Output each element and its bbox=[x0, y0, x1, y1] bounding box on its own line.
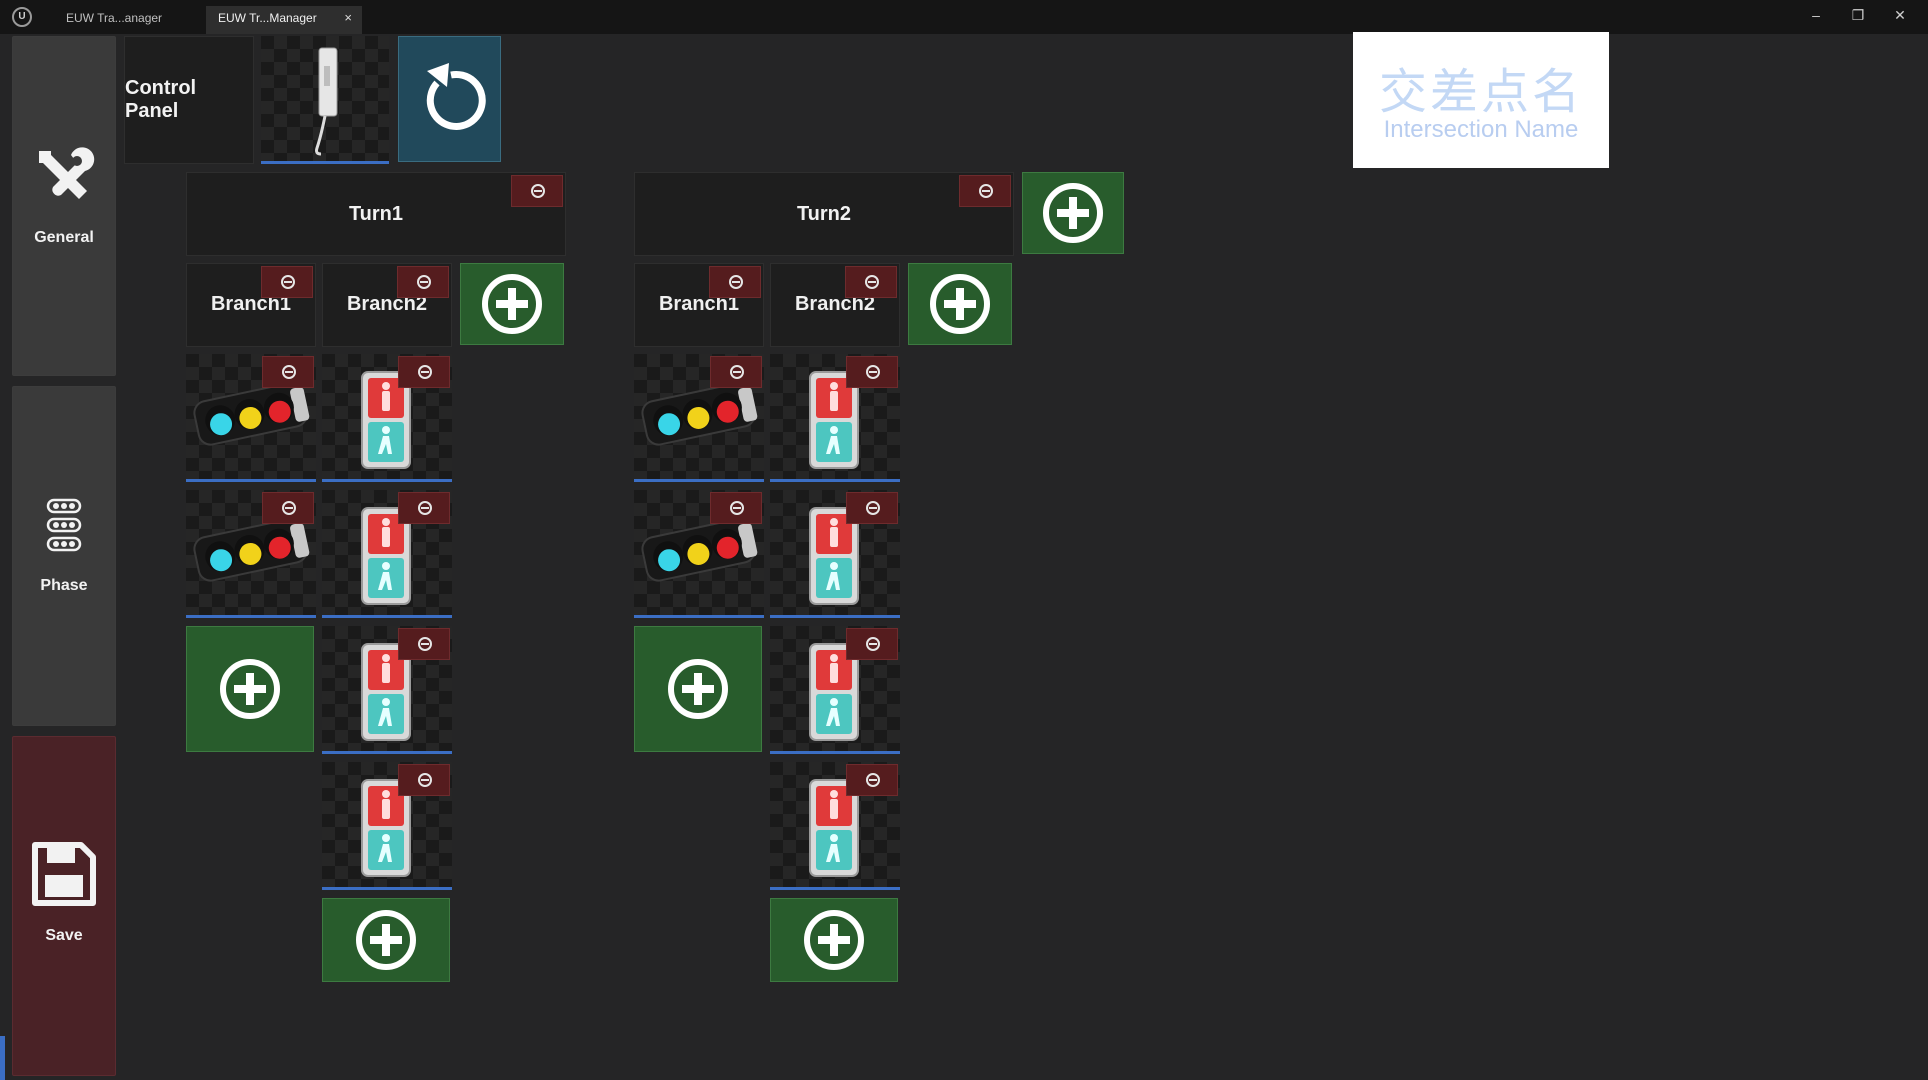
remove-signal-button[interactable] bbox=[262, 356, 314, 388]
phase-label: Phase bbox=[40, 577, 88, 594]
tab-1-label: EUW Tra...anager bbox=[66, 11, 163, 25]
add-icon bbox=[668, 659, 728, 719]
floppy-disk-icon bbox=[32, 842, 96, 906]
remove-turn-button[interactable] bbox=[511, 175, 563, 207]
remove-branch-button[interactable] bbox=[397, 266, 449, 298]
branch-header[interactable]: Branch2 bbox=[322, 263, 452, 347]
add-icon bbox=[356, 910, 416, 970]
turn-header-1[interactable]: Turn1 bbox=[186, 172, 566, 256]
branch-header[interactable]: Branch1 bbox=[634, 263, 764, 347]
add-signal-button[interactable] bbox=[770, 898, 898, 982]
pedestrian-signal-slot[interactable] bbox=[770, 626, 900, 754]
remove-signal-button[interactable] bbox=[846, 492, 898, 524]
controller-cabinet-thumbnail[interactable] bbox=[261, 36, 389, 164]
pedestrian-signal-slot[interactable] bbox=[770, 354, 900, 482]
close-window-button[interactable]: ✕ bbox=[1888, 4, 1912, 28]
remove-signal-button[interactable] bbox=[262, 492, 314, 524]
remove-signal-button[interactable] bbox=[398, 492, 450, 524]
save-button[interactable]: Save bbox=[12, 736, 116, 1076]
pedestrian-signal-slot[interactable] bbox=[322, 490, 452, 618]
add-signal-button[interactable] bbox=[634, 626, 762, 752]
general-label: General bbox=[34, 229, 94, 246]
remove-signal-button[interactable] bbox=[846, 356, 898, 388]
remove-signal-button[interactable] bbox=[846, 764, 898, 796]
control-panel-button[interactable]: Control Panel bbox=[124, 36, 254, 164]
vehicle-signal-slot[interactable] bbox=[634, 490, 764, 618]
restore-button[interactable]: ❐ bbox=[1846, 4, 1870, 28]
add-signal-button[interactable] bbox=[322, 898, 450, 982]
remove-signal-button[interactable] bbox=[398, 628, 450, 660]
remove-branch-button[interactable] bbox=[845, 266, 897, 298]
add-icon bbox=[930, 274, 990, 334]
add-icon bbox=[1043, 183, 1103, 243]
add-branch-button[interactable] bbox=[460, 263, 564, 345]
remove-signal-button[interactable] bbox=[710, 356, 762, 388]
add-icon bbox=[220, 659, 280, 719]
vehicle-signal-slot[interactable] bbox=[186, 354, 316, 482]
tab-2-label: EUW Tr...Manager bbox=[218, 11, 317, 25]
refresh-button[interactable] bbox=[398, 36, 501, 162]
minimize-button[interactable]: – bbox=[1804, 4, 1828, 28]
pedestrian-signal-slot[interactable] bbox=[770, 490, 900, 618]
traffic-lights-icon bbox=[46, 498, 82, 552]
title-bar: U EUW Tra...anager EUW Tr...Manager × – … bbox=[0, 0, 1928, 34]
add-signal-button[interactable] bbox=[186, 626, 314, 752]
add-icon bbox=[482, 274, 542, 334]
save-label: Save bbox=[45, 927, 83, 944]
intersection-name-english: Intersection Name bbox=[1383, 116, 1579, 143]
add-turn-button[interactable] bbox=[1022, 172, 1124, 254]
vehicle-signal-slot[interactable] bbox=[634, 354, 764, 482]
turn-label: Turn2 bbox=[796, 202, 852, 225]
pedestrian-signal-slot[interactable] bbox=[770, 762, 900, 890]
pedestrian-signal-slot[interactable] bbox=[322, 354, 452, 482]
pedestrian-signal-slot[interactable] bbox=[322, 762, 452, 890]
add-branch-button[interactable] bbox=[908, 263, 1012, 345]
turn-header-2[interactable]: Turn2 bbox=[634, 172, 1014, 256]
intersection-name-field[interactable]: 交差点名 Intersection Name bbox=[1353, 32, 1609, 168]
remove-branch-button[interactable] bbox=[709, 266, 761, 298]
tab-2-active[interactable]: EUW Tr...Manager × bbox=[206, 6, 362, 34]
remove-signal-button[interactable] bbox=[398, 764, 450, 796]
control-panel-label: Control Panel bbox=[125, 77, 197, 122]
tab-close-icon[interactable]: × bbox=[344, 6, 352, 30]
general-button[interactable]: General bbox=[12, 36, 116, 376]
remove-signal-button[interactable] bbox=[846, 628, 898, 660]
tab-1[interactable]: EUW Tra...anager bbox=[54, 6, 204, 34]
scroll-indicator bbox=[0, 1036, 5, 1080]
remove-signal-button[interactable] bbox=[710, 492, 762, 524]
vehicle-signal-slot[interactable] bbox=[186, 490, 316, 618]
unreal-logo-icon[interactable]: U bbox=[12, 7, 32, 27]
intersection-name-chinese: 交差点名 bbox=[1378, 66, 1583, 119]
phase-button[interactable]: Phase bbox=[12, 386, 116, 726]
tools-icon bbox=[39, 147, 95, 199]
branch-header[interactable]: Branch1 bbox=[186, 263, 316, 347]
turn-label: Turn1 bbox=[348, 202, 404, 225]
pedestrian-signal-slot[interactable] bbox=[322, 626, 452, 754]
controller-cabinet-icon bbox=[315, 47, 338, 156]
remove-branch-button[interactable] bbox=[261, 266, 313, 298]
remove-turn-button[interactable] bbox=[959, 175, 1011, 207]
branch-header[interactable]: Branch2 bbox=[770, 263, 900, 347]
refresh-icon bbox=[426, 63, 486, 130]
remove-signal-button[interactable] bbox=[398, 356, 450, 388]
add-icon bbox=[804, 910, 864, 970]
